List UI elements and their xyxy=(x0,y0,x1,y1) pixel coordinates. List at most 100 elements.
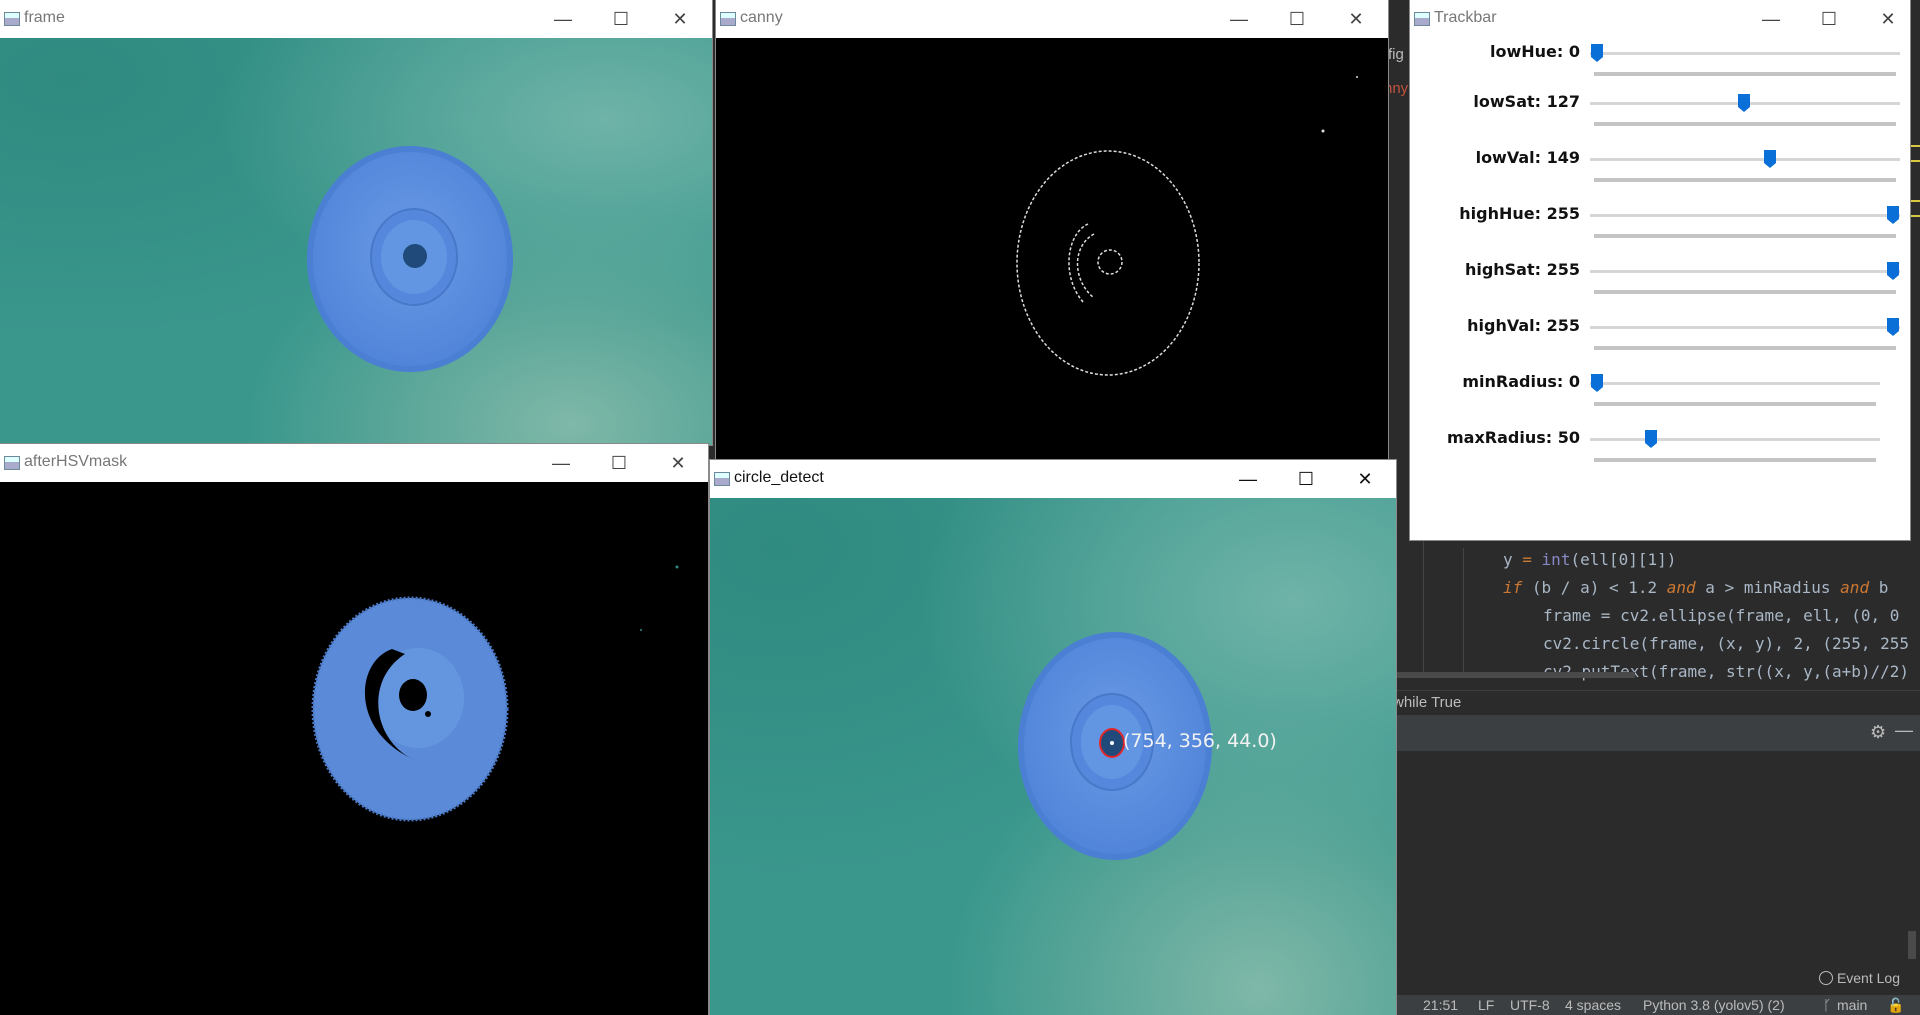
detected-gear xyxy=(1018,632,1212,860)
indent-guide xyxy=(1463,548,1464,672)
branch-icon: ᚴ xyxy=(1823,997,1832,1013)
trackbar-row: highSat: 255 xyxy=(1410,256,1910,312)
window-canny[interactable]: canny — ☐ ✕ xyxy=(716,0,1388,460)
minimize-icon[interactable]: — xyxy=(1228,8,1250,30)
window-trackbar[interactable]: Trackbar — ☐ ✕ lowHue: 0 lowSat: 127 lowVa… xyxy=(1410,0,1910,540)
gear-icon[interactable]: ⚙ xyxy=(1870,722,1886,743)
window-afterhsvmask[interactable]: afterHSVmask — ☐ ✕ xyxy=(0,444,708,1015)
close-icon[interactable]: ✕ xyxy=(667,452,689,474)
event-log-icon xyxy=(1819,971,1834,985)
status-line-separator[interactable]: LF xyxy=(1478,997,1494,1013)
slider-thumb[interactable] xyxy=(1886,317,1900,337)
code-line: if (b / a) < 1.2 and a > minRadius and b xyxy=(1503,578,1898,597)
slider-rail xyxy=(1594,72,1896,76)
close-icon[interactable]: ✕ xyxy=(1877,8,1899,30)
window-title: canny xyxy=(740,9,783,26)
lock-icon[interactable]: 🔓 xyxy=(1887,997,1904,1014)
detection-image: (754, 356, 44.0) xyxy=(710,498,1396,1015)
titlebar[interactable]: circle_detect — ☐ ✕ xyxy=(710,460,1396,498)
slider-track[interactable] xyxy=(1590,326,1900,329)
canny-edges-image xyxy=(716,38,1388,460)
tool-window-header: ⚙ — xyxy=(1385,715,1920,751)
slider-track[interactable] xyxy=(1590,52,1900,55)
maximize-icon[interactable]: ☐ xyxy=(610,8,632,30)
trackbar-row: lowSat: 127 xyxy=(1410,88,1910,144)
trackbar-row: lowVal: 149 xyxy=(1410,144,1910,200)
titlebar[interactable]: frame — ☐ ✕ xyxy=(0,0,712,38)
window-frame[interactable]: frame — ☐ ✕ xyxy=(0,0,712,445)
status-git-branch[interactable]: main xyxy=(1837,997,1867,1013)
close-icon[interactable]: ✕ xyxy=(669,8,691,30)
maximize-icon[interactable]: ☐ xyxy=(1295,468,1317,490)
tool-window-body xyxy=(1385,751,1920,961)
trackbar-label: maxRadius: 50 xyxy=(1447,428,1580,447)
maximize-icon[interactable]: ☐ xyxy=(1818,8,1840,30)
maximize-icon[interactable]: ☐ xyxy=(608,452,630,474)
code-line: cv2.circle(frame, (x, y), 2, (255, 255 xyxy=(1543,634,1910,653)
breadcrumb-item[interactable]: while True xyxy=(1393,694,1461,711)
hide-icon[interactable]: — xyxy=(1895,720,1913,741)
editor-tab-fig[interactable]: fig xyxy=(1388,46,1404,63)
slider-track[interactable] xyxy=(1590,270,1900,273)
status-bar: 21:51 LF UTF-8 4 spaces Python 3.8 (yolo… xyxy=(1385,995,1920,1015)
editor-horizontal-scrollbar[interactable] xyxy=(1395,672,1635,678)
code-line: y = int(ell[0][1]) xyxy=(1503,550,1677,569)
app-icon xyxy=(714,472,730,486)
minimize-icon[interactable]: — xyxy=(552,8,574,30)
slider-rail xyxy=(1594,290,1896,294)
slider-thumb[interactable] xyxy=(1886,261,1900,281)
app-icon xyxy=(4,456,20,470)
slider-rail xyxy=(1594,346,1896,350)
slider-track[interactable] xyxy=(1590,438,1880,441)
minimize-icon[interactable]: — xyxy=(1237,468,1259,490)
trackbar-label: lowSat: 127 xyxy=(1473,92,1580,111)
code-editor[interactable]: y = int(ell[0][1]) if (b / a) < 1.2 and … xyxy=(1395,520,1920,682)
masked-object xyxy=(311,565,679,822)
slider-rail xyxy=(1594,234,1896,238)
status-interpreter[interactable]: Python 3.8 (yolov5) (2) xyxy=(1643,997,1785,1013)
slider-thumb[interactable] xyxy=(1886,205,1900,225)
window-title: afterHSVmask xyxy=(24,453,128,470)
window-circle-detect[interactable]: circle_detect — ☐ ✕ (754, 356, 44.0) xyxy=(710,460,1396,1015)
app-icon xyxy=(4,12,20,26)
slider-track[interactable] xyxy=(1590,158,1900,161)
status-cursor-position[interactable]: 21:51 xyxy=(1423,997,1458,1013)
trackbar-label: highSat: 255 xyxy=(1464,260,1580,279)
slider-rail xyxy=(1594,402,1876,406)
window-title: circle_detect xyxy=(734,469,824,486)
code-line: frame = cv2.ellipse(frame, ell, (0, 0 xyxy=(1543,606,1900,625)
maximize-icon[interactable]: ☐ xyxy=(1286,8,1308,30)
app-icon xyxy=(720,12,736,26)
trackbar-row: highHue: 255 xyxy=(1410,200,1910,256)
titlebar[interactable]: afterHSVmask — ☐ ✕ xyxy=(0,444,708,482)
close-icon[interactable]: ✕ xyxy=(1345,8,1367,30)
slider-thumb[interactable] xyxy=(1763,149,1777,169)
trackbar-row: lowHue: 0 xyxy=(1410,38,1910,94)
close-icon[interactable]: ✕ xyxy=(1354,468,1376,490)
titlebar[interactable]: canny — ☐ ✕ xyxy=(716,0,1388,38)
slider-track[interactable] xyxy=(1590,214,1900,217)
slider-thumb[interactable] xyxy=(1644,429,1658,449)
slider-thumb[interactable] xyxy=(1590,373,1604,393)
minimize-icon[interactable]: — xyxy=(550,452,572,474)
trackbar-panel: lowHue: 0 lowSat: 127 lowVal: 149 highHue: … xyxy=(1410,38,1910,540)
slider-track[interactable] xyxy=(1590,382,1880,385)
trackbar-row: minRadius: 0 xyxy=(1410,368,1910,424)
breadcrumb[interactable]: while True xyxy=(1385,690,1920,715)
event-log-button[interactable]: Event Log xyxy=(1819,970,1900,986)
panel-scrollbar[interactable] xyxy=(1908,931,1916,959)
status-indent[interactable]: 4 spaces xyxy=(1565,997,1621,1013)
indent-guide xyxy=(1423,520,1424,672)
window-title: frame xyxy=(24,9,65,26)
status-encoding[interactable]: UTF-8 xyxy=(1510,997,1550,1013)
slider-thumb[interactable] xyxy=(1590,43,1604,63)
detection-label: (754, 356, 44.0) xyxy=(1123,730,1277,752)
titlebar[interactable]: Trackbar — ☐ ✕ xyxy=(1410,0,1910,38)
minimize-icon[interactable]: — xyxy=(1760,8,1782,30)
window-title: Trackbar xyxy=(1434,9,1497,26)
edge-contours xyxy=(1016,76,1358,376)
slider-thumb[interactable] xyxy=(1737,93,1751,113)
app-icon xyxy=(1414,12,1430,26)
slider-rail xyxy=(1594,178,1896,182)
slider-rail xyxy=(1594,458,1876,462)
